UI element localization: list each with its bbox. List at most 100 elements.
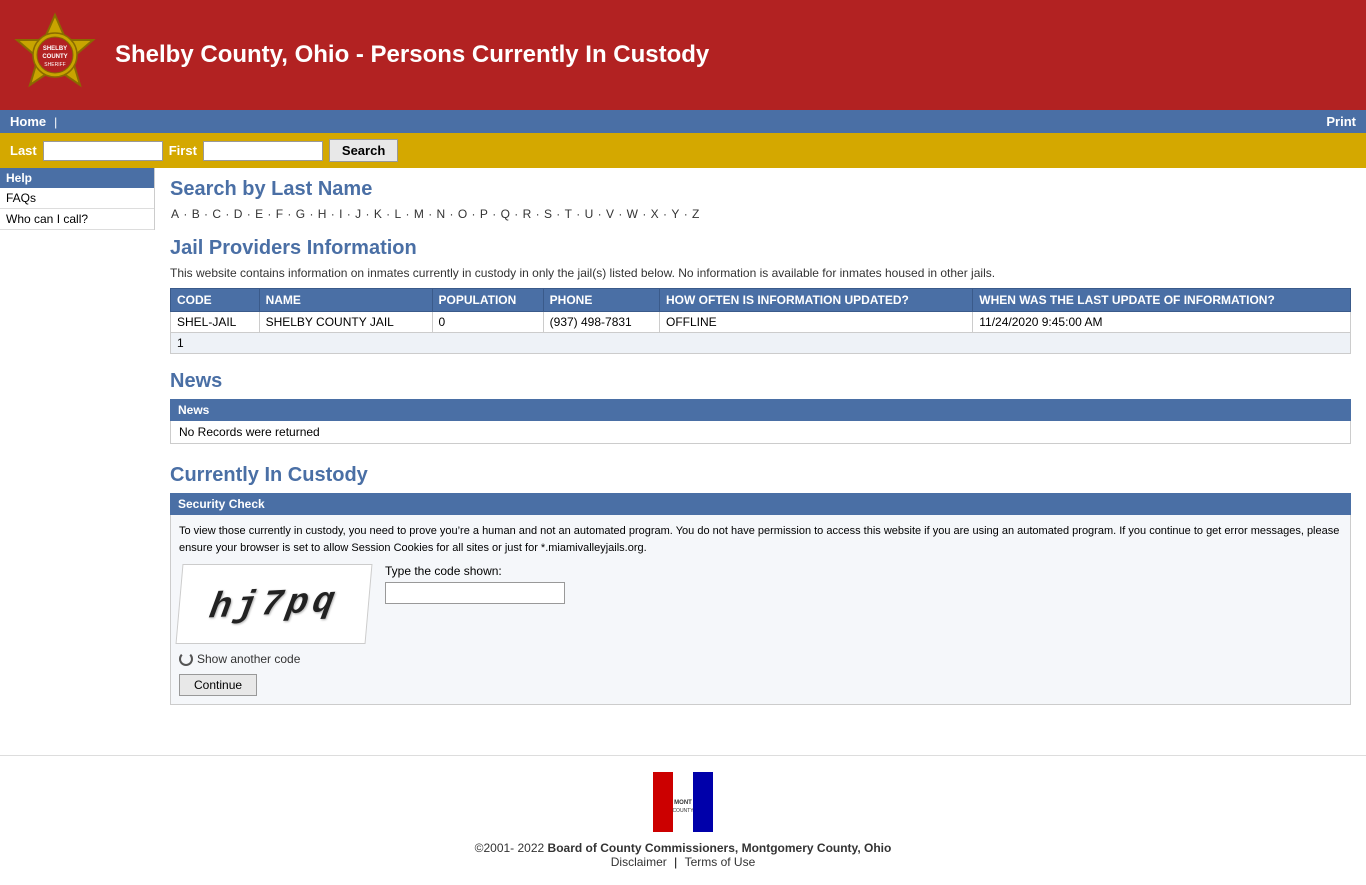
alphabet-link-u[interactable]: U <box>585 207 594 221</box>
nav-separator: | <box>54 115 57 129</box>
table-cell: 0 <box>432 312 543 333</box>
captcha-input[interactable] <box>385 582 565 604</box>
first-name-label: First <box>169 143 197 158</box>
table-count-cell: 1 <box>171 333 1351 354</box>
print-link[interactable]: Print <box>1326 114 1356 129</box>
news-body: No Records were returned <box>170 421 1351 444</box>
alphabet-link-g[interactable]: G <box>296 207 305 221</box>
page-header: SHELBY COUNTY SHERIFF Shelby County, Ohi… <box>0 0 1366 110</box>
disclaimer-link[interactable]: Disclaimer <box>611 855 667 869</box>
nav-bar: Home | Print <box>0 110 1366 133</box>
search-bar: Last First Search <box>0 133 1366 168</box>
jail-providers-table: CODENAMEPOPULATIONPHONEHOW OFTEN IS INFO… <box>170 288 1351 354</box>
security-check-body: To view those currently in custody, you … <box>170 515 1351 705</box>
jail-providers-heading: Jail Providers Information <box>170 237 1351 260</box>
last-name-input[interactable] <box>43 141 163 161</box>
alphabet-link-w[interactable]: W <box>627 207 638 221</box>
continue-button[interactable]: Continue <box>179 674 257 696</box>
content-wrapper: Help FAQs Who can I call? Search by Last… <box>0 168 1366 735</box>
home-link[interactable]: Home <box>10 114 46 129</box>
sheriff-badge-logo: SHELBY COUNTY SHERIFF <box>10 10 100 100</box>
nav-left: Home | <box>10 114 61 129</box>
news-section: News News No Records were returned <box>170 370 1351 444</box>
news-no-records: No Records were returned <box>179 425 320 439</box>
alphabet-link-s[interactable]: S <box>544 207 552 221</box>
svg-text:COUNTY: COUNTY <box>42 54 67 60</box>
search-by-last-name-heading: Search by Last Name <box>170 178 1351 201</box>
sidebar: Help FAQs Who can I call? <box>0 168 155 230</box>
alphabet-link-p[interactable]: P <box>480 207 488 221</box>
table-cell: SHELBY COUNTY JAIL <box>259 312 432 333</box>
table-cell: 11/24/2020 9:45:00 AM <box>973 312 1351 333</box>
alphabet-link-j[interactable]: J <box>355 207 361 221</box>
alphabet-link-k[interactable]: K <box>374 207 382 221</box>
alphabet-link-v[interactable]: V <box>606 207 614 221</box>
footer: MONT COUNTY ©2001- 2022 Board of County … <box>0 755 1366 885</box>
refresh-icon <box>179 652 193 666</box>
alphabet-link-q[interactable]: Q <box>501 207 510 221</box>
alphabet-link-t[interactable]: T <box>565 207 572 221</box>
svg-text:SHERIFF: SHERIFF <box>44 62 65 68</box>
footer-text: ©2001- 2022 Board of County Commissioner… <box>16 841 1350 855</box>
alphabet-link-a[interactable]: A <box>171 207 179 221</box>
table-row: SHEL-JAILSHELBY COUNTY JAIL0(937) 498-78… <box>171 312 1351 333</box>
show-another-label: Show another code <box>197 652 300 666</box>
search-button[interactable]: Search <box>329 139 398 162</box>
table-count-row: 1 <box>171 333 1351 354</box>
alphabet-link-d[interactable]: D <box>234 207 243 221</box>
security-check-header: Security Check <box>170 493 1351 515</box>
alphabet-link-n[interactable]: N <box>437 207 446 221</box>
alphabet-link-b[interactable]: B <box>192 207 200 221</box>
jail-table-body: SHEL-JAILSHELBY COUNTY JAIL0(937) 498-78… <box>171 312 1351 354</box>
jail-providers-description: This website contains information on inm… <box>170 266 1351 280</box>
alphabet-link-x[interactable]: X <box>651 207 659 221</box>
alphabet-link-l[interactable]: L <box>395 207 402 221</box>
captcha-area: hj7pq Type the code shown: <box>179 564 1342 644</box>
news-subheader: News <box>170 399 1351 421</box>
news-heading: News <box>170 370 1351 393</box>
show-another-code[interactable]: Show another code <box>179 652 1342 666</box>
footer-copyright: ©2001- 2022 <box>475 841 545 855</box>
alphabet-link-i[interactable]: I <box>339 207 342 221</box>
table-cell: OFFLINE <box>660 312 973 333</box>
page-title: Shelby County, Ohio - Persons Currently … <box>115 41 709 69</box>
svg-text:MONT: MONT <box>674 800 692 806</box>
alphabet-link-z[interactable]: Z <box>692 207 699 221</box>
svg-text:COUNTY: COUNTY <box>672 808 694 814</box>
alphabet-link-c[interactable]: C <box>212 207 221 221</box>
search-by-last-name-section: Search by Last Name A · B · C · D · E · … <box>170 178 1351 221</box>
jail-table-head: CODENAMEPOPULATIONPHONEHOW OFTEN IS INFO… <box>171 289 1351 312</box>
table-header-row: CODENAMEPOPULATIONPHONEHOW OFTEN IS INFO… <box>171 289 1351 312</box>
alphabet-link-o[interactable]: O <box>458 207 467 221</box>
table-header-cell: POPULATION <box>432 289 543 312</box>
sidebar-help-header: Help <box>0 168 154 188</box>
last-name-label: Last <box>10 143 37 158</box>
faqs-link[interactable]: FAQs <box>6 191 36 205</box>
security-description: To view those currently in custody, you … <box>179 523 1342 556</box>
alphabet-link-r[interactable]: R <box>523 207 532 221</box>
footer-org: Board of County Commissioners, Montgomer… <box>548 841 892 855</box>
footer-pipe: | <box>674 855 680 869</box>
alphabet-link-m[interactable]: M <box>414 207 424 221</box>
sidebar-item-faqs[interactable]: FAQs <box>0 188 154 209</box>
main-content: Search by Last Name A · B · C · D · E · … <box>155 168 1366 735</box>
captcha-text: hj7pq <box>206 580 342 628</box>
sidebar-item-who-can-i-call[interactable]: Who can I call? <box>0 209 154 230</box>
captcha-label: Type the code shown: <box>385 564 565 578</box>
alphabet-link-h[interactable]: H <box>318 207 327 221</box>
table-header-cell: CODE <box>171 289 260 312</box>
footer-links: Disclaimer | Terms of Use <box>16 855 1350 869</box>
footer-logo: MONT COUNTY <box>16 772 1350 835</box>
table-header-cell: PHONE <box>543 289 659 312</box>
terms-link[interactable]: Terms of Use <box>685 855 756 869</box>
alphabet-link-e[interactable]: E <box>255 207 263 221</box>
custody-section: Currently In Custody Security Check To v… <box>170 464 1351 705</box>
first-name-input[interactable] <box>203 141 323 161</box>
alphabet-link-f[interactable]: F <box>276 207 283 221</box>
jail-providers-section: Jail Providers Information This website … <box>170 237 1351 354</box>
custody-heading: Currently In Custody <box>170 464 1351 487</box>
who-can-i-call-link[interactable]: Who can I call? <box>6 212 88 226</box>
alphabet-row: A · B · C · D · E · F · G · H · I · J · … <box>170 207 1351 221</box>
alphabet-link-y[interactable]: Y <box>671 207 679 221</box>
table-cell: SHEL-JAIL <box>171 312 260 333</box>
